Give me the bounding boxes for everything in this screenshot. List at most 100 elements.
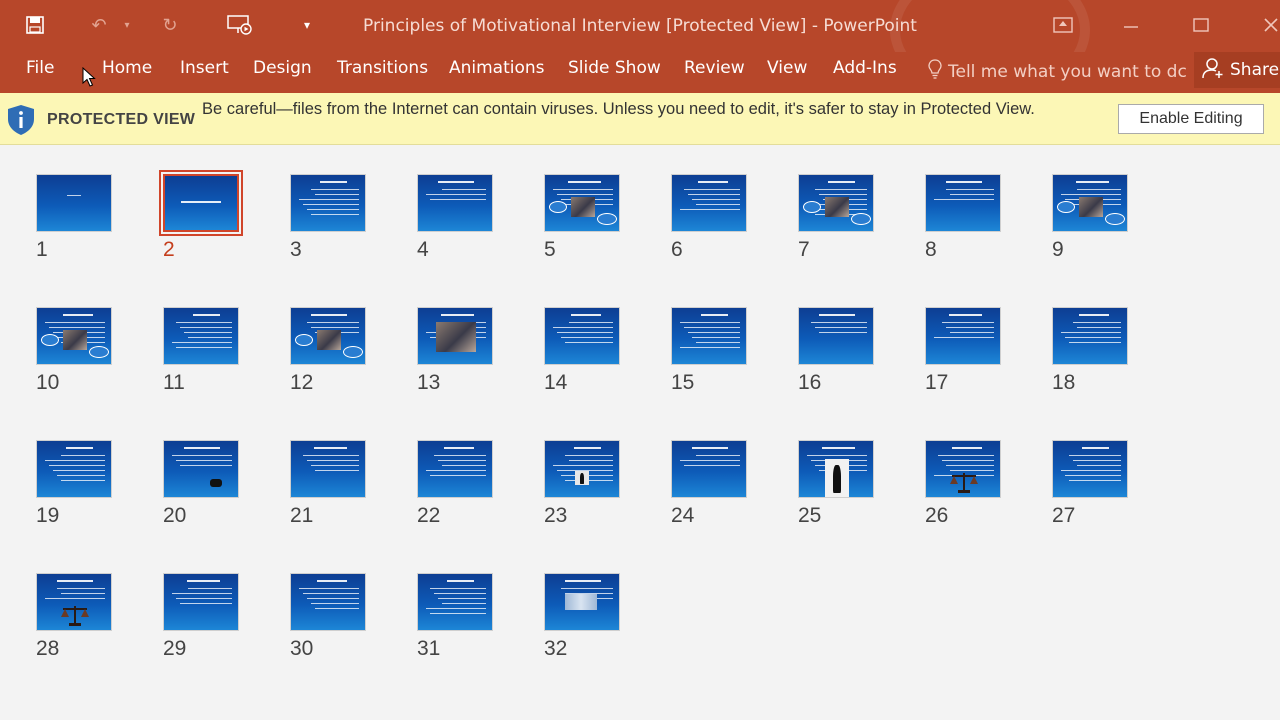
slide-thumbnail-21[interactable]: 21 bbox=[290, 440, 366, 527]
slide-body-text bbox=[561, 337, 613, 338]
speech-bubble-icon bbox=[89, 346, 109, 358]
tab-slide-show[interactable]: Slide Show bbox=[568, 59, 661, 85]
slide-body-text bbox=[45, 598, 105, 599]
slide-thumbnail-25[interactable]: 25 bbox=[798, 440, 874, 527]
slide-body-text bbox=[303, 204, 359, 205]
tab-view[interactable]: View bbox=[767, 59, 807, 85]
tab-animations[interactable]: Animations bbox=[449, 59, 545, 85]
slide-body-text bbox=[684, 327, 740, 328]
slide-thumbnail-10[interactable]: 10 bbox=[36, 307, 112, 394]
slide-thumbnail-2[interactable]: 2 bbox=[159, 170, 243, 261]
tab-home[interactable]: Home bbox=[102, 59, 152, 85]
tell-me-search[interactable]: Tell me what you want to dc bbox=[928, 59, 1187, 84]
speech-bubble-icon bbox=[851, 213, 871, 225]
slide-body-text bbox=[565, 480, 613, 481]
slide-body-text bbox=[438, 598, 486, 599]
slide-thumbnail-20[interactable]: 20 bbox=[163, 440, 239, 527]
slide-title-text bbox=[317, 580, 347, 582]
slide-number: 10 bbox=[36, 371, 60, 394]
slide-body-text bbox=[688, 332, 740, 333]
slide-preview bbox=[925, 174, 1001, 232]
slide-number: 1 bbox=[36, 238, 48, 261]
slide-title-text bbox=[568, 181, 601, 183]
slide-number: 11 bbox=[163, 371, 185, 394]
slide-body-text bbox=[553, 327, 613, 328]
slide-body-text bbox=[315, 194, 359, 195]
slide-thumbnail-1[interactable]: 1 bbox=[36, 174, 112, 261]
slide-body-text bbox=[45, 322, 105, 323]
slide-thumbnail-6[interactable]: 6 bbox=[671, 174, 747, 261]
slide-thumbnail-3[interactable]: 3 bbox=[290, 174, 366, 261]
speech-bubble-icon bbox=[803, 201, 821, 213]
window-title: Principles of Motivational Interview [Pr… bbox=[363, 16, 917, 36]
slide-preview bbox=[290, 573, 366, 631]
slide-body-text bbox=[176, 598, 232, 599]
share-button[interactable]: Share bbox=[1194, 52, 1280, 88]
slide-title-text bbox=[57, 580, 93, 582]
slide-thumbnail-16[interactable]: 16 bbox=[798, 307, 874, 394]
slide-preview bbox=[1052, 307, 1128, 365]
slide-photo bbox=[825, 197, 849, 217]
slide-body-text bbox=[569, 322, 613, 323]
slide-body-text bbox=[938, 455, 994, 456]
slide-thumbnail-22[interactable]: 22 bbox=[417, 440, 493, 527]
slide-thumbnail-24[interactable]: 24 bbox=[671, 440, 747, 527]
slide-thumbnail-30[interactable]: 30 bbox=[290, 573, 366, 660]
slide-body-text bbox=[426, 470, 486, 471]
slide-body-text bbox=[303, 593, 359, 594]
tab-add-ins[interactable]: Add-Ins bbox=[833, 59, 897, 85]
slide-thumbnail-26[interactable]: 26 bbox=[925, 440, 1001, 527]
slide-thumbnail-19[interactable]: 19 bbox=[36, 440, 112, 527]
maximize-icon[interactable] bbox=[1178, 8, 1224, 42]
slide-thumbnail-17[interactable]: 17 bbox=[925, 307, 1001, 394]
tab-transitions[interactable]: Transitions bbox=[337, 59, 428, 85]
slide-body-text bbox=[1061, 194, 1121, 195]
slide-body-text bbox=[553, 189, 613, 190]
ribbon-display-icon[interactable] bbox=[1040, 8, 1086, 42]
slide-thumbnail-12[interactable]: 12 bbox=[290, 307, 366, 394]
slide-thumbnail-31[interactable]: 31 bbox=[417, 573, 493, 660]
slide-body-text bbox=[557, 332, 613, 333]
minimize-icon[interactable] bbox=[1108, 8, 1154, 42]
slide-preview bbox=[417, 440, 493, 498]
slide-title-text bbox=[952, 447, 982, 449]
slide-thumbnail-23[interactable]: 23 bbox=[544, 440, 620, 527]
slide-thumbnail-8[interactable]: 8 bbox=[925, 174, 1001, 261]
slide-title-text bbox=[828, 181, 855, 183]
slide-sorter[interactable]: 1 2 3 4 5 6 7 8 9 10 11 12 13 14 15 16 17 18 19 20 21 22 23 24 2… bbox=[0, 146, 1280, 720]
slide-body-text bbox=[819, 194, 867, 195]
person-silhouette-icon bbox=[579, 473, 585, 484]
title-bar: ↶ ▾ ↻ ▾ Principles of Motivational Inter… bbox=[0, 0, 1280, 52]
slide-number: 17 bbox=[925, 371, 949, 394]
slide-thumbnail-11[interactable]: 11 bbox=[163, 307, 239, 394]
lightbulb-icon bbox=[928, 59, 942, 84]
slide-thumbnail-28[interactable]: 28 bbox=[36, 573, 112, 660]
slide-thumbnail-5[interactable]: 5 bbox=[544, 174, 620, 261]
enable-editing-button[interactable]: Enable Editing bbox=[1118, 104, 1264, 134]
slide-body-text bbox=[188, 337, 232, 338]
slide-thumbnail-15[interactable]: 15 bbox=[671, 307, 747, 394]
slide-thumbnail-13[interactable]: 13 bbox=[417, 307, 493, 394]
tab-review[interactable]: Review bbox=[684, 59, 745, 85]
slide-thumbnail-32[interactable]: 32 bbox=[544, 573, 620, 660]
slide-number: 30 bbox=[290, 637, 314, 660]
tab-insert[interactable]: Insert bbox=[180, 59, 229, 85]
slide-body-text bbox=[680, 209, 740, 210]
slide-thumbnail-27[interactable]: 27 bbox=[1052, 440, 1128, 527]
slide-thumbnail-29[interactable]: 29 bbox=[163, 573, 239, 660]
slide-thumbnail-14[interactable]: 14 bbox=[544, 307, 620, 394]
slide-body-text bbox=[684, 465, 740, 466]
slide-number: 19 bbox=[36, 504, 60, 527]
slide-title-text bbox=[63, 314, 93, 316]
slide-body-text bbox=[49, 327, 105, 328]
slide-thumbnail-9[interactable]: 9 bbox=[1052, 174, 1128, 261]
close-icon[interactable] bbox=[1248, 8, 1280, 42]
slide-thumbnail-7[interactable]: 7 bbox=[798, 174, 874, 261]
slide-thumbnail-18[interactable]: 18 bbox=[1052, 307, 1128, 394]
slide-number: 4 bbox=[417, 238, 429, 261]
slide-thumbnail-4[interactable]: 4 bbox=[417, 174, 493, 261]
tab-file[interactable]: File bbox=[26, 59, 54, 85]
slide-body-text bbox=[565, 455, 613, 456]
tab-design[interactable]: Design bbox=[253, 59, 312, 85]
slide-body-text bbox=[180, 465, 232, 466]
